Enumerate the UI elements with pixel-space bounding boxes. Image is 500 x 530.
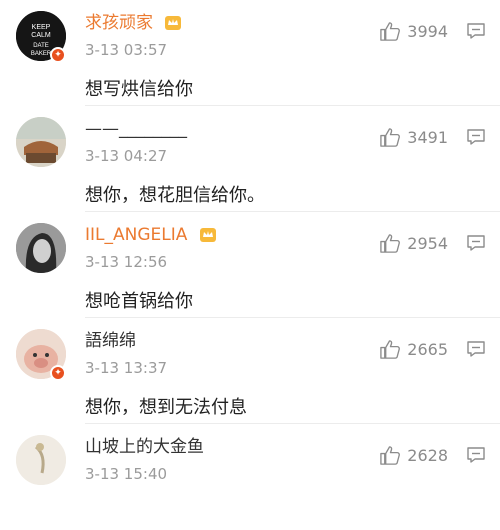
comment-time: 3-13 13:37 <box>85 359 168 377</box>
username[interactable]: 語绵绵 <box>85 330 136 352</box>
username[interactable]: 山坡上的大金鱼 <box>85 436 204 458</box>
avatar-logo-text: BAKER <box>31 51 52 57</box>
comment-list: KEEP CALM DATE BAKER ✦ 求孩顽家 3-13 03:57 想… <box>0 0 500 490</box>
comment-icon[interactable] <box>466 339 486 359</box>
avatar[interactable] <box>16 117 66 167</box>
verified-badge-icon: ✦ <box>50 365 66 381</box>
like-button[interactable]: 2665 <box>379 338 448 361</box>
verified-badge-icon: ✦ <box>50 47 66 63</box>
like-count: 3994 <box>407 22 448 41</box>
thumbs-up-icon <box>380 22 401 41</box>
comment-text: 想你，想花胆信给你。 <box>85 185 265 206</box>
avatar-logo-text: DATE <box>33 43 49 49</box>
avatar[interactable] <box>16 223 66 273</box>
comment-item: 山坡上的大金鱼 3-13 15:40 2628 <box>0 424 500 530</box>
like-button[interactable]: 3491 <box>379 126 448 149</box>
comment-text: 想你，想到无法付息 <box>85 397 247 418</box>
username[interactable]: ——________ <box>85 118 187 140</box>
comment-text: 想写烘信给你 <box>85 79 193 100</box>
username[interactable]: 求孩顽家 <box>85 12 153 34</box>
comment-item: ✦ 語绵绵 3-13 13:37 想你，想到无法付息 2665 <box>0 318 500 424</box>
like-count: 3491 <box>407 128 448 147</box>
comment-item: KEEP CALM DATE BAKER ✦ 求孩顽家 3-13 03:57 想… <box>0 0 500 106</box>
like-count: 2954 <box>407 234 448 253</box>
comment-time: 3-13 03:57 <box>85 41 168 59</box>
like-button[interactable]: 2954 <box>379 232 448 255</box>
like-button[interactable]: 3994 <box>379 20 448 43</box>
comment-item: ——________ 3-13 04:27 想你，想花胆信给你。 3491 <box>0 106 500 212</box>
comment-text: 想呛首锅给你 <box>85 291 193 312</box>
avatar-logo-text: CALM <box>31 32 51 39</box>
thumbs-up-icon <box>380 234 401 253</box>
like-button[interactable]: 2628 <box>379 444 448 467</box>
comment-item: IIL_ANGELIA 3-13 12:56 想呛首锅给你 2954 <box>0 212 500 318</box>
vip-crown-icon <box>165 16 181 30</box>
vip-crown-icon <box>200 228 216 242</box>
comment-icon[interactable] <box>466 127 486 147</box>
thumbs-up-icon <box>380 128 401 147</box>
like-count: 2665 <box>407 340 448 359</box>
comment-time: 3-13 12:56 <box>85 253 168 271</box>
thumbs-up-icon <box>380 340 401 359</box>
thumbs-up-icon <box>380 446 401 465</box>
comment-icon[interactable] <box>466 21 486 41</box>
comment-time: 3-13 15:40 <box>85 465 168 483</box>
avatar-logo-text: KEEP <box>32 24 51 31</box>
username[interactable]: IIL_ANGELIA <box>85 224 187 246</box>
avatar[interactable] <box>16 435 66 485</box>
like-count: 2628 <box>407 446 448 465</box>
comment-time: 3-13 04:27 <box>85 147 168 165</box>
comment-icon[interactable] <box>466 445 486 465</box>
comment-icon[interactable] <box>466 233 486 253</box>
